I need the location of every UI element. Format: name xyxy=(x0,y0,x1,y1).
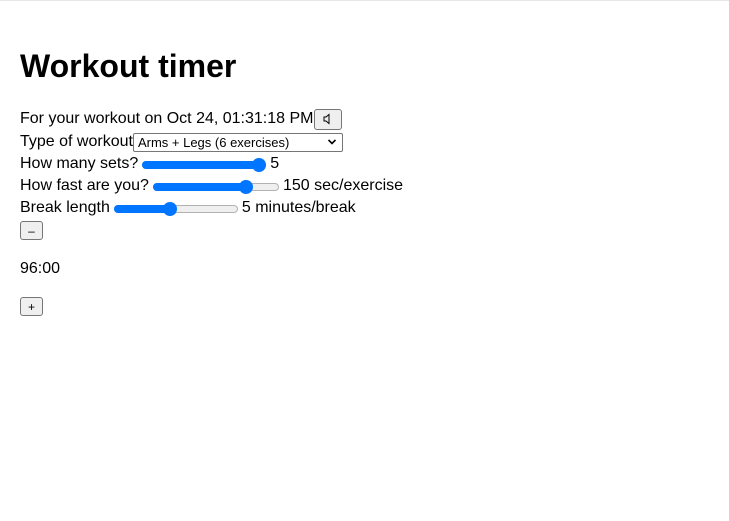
speed-slider-fill xyxy=(152,183,247,191)
workout-type-select[interactable]: Arms + Legs (6 exercises) xyxy=(132,132,343,152)
sound-toggle-button[interactable] xyxy=(314,108,343,130)
workout-date-row: For your workout on Oct 24, 01:31:18 PM xyxy=(20,108,343,130)
top-divider xyxy=(0,0,729,1)
workout-type-label: Type of workout xyxy=(20,133,133,150)
speaker-icon xyxy=(322,113,334,125)
speed-label: How fast are you? xyxy=(20,177,149,194)
break-slider-fill xyxy=(113,205,171,213)
decrease-button[interactable]: – xyxy=(20,221,43,240)
speed-row: How fast are you? 150 sec/exercise xyxy=(20,175,403,197)
sets-slider[interactable] xyxy=(142,157,267,172)
break-slider-thumb[interactable] xyxy=(163,202,178,216)
workout-type-selected: Arms + Legs (6 exercises) xyxy=(137,134,290,150)
speed-slider[interactable] xyxy=(152,179,279,194)
sets-slider-thumb[interactable] xyxy=(252,158,267,172)
sets-label: How many sets? xyxy=(20,155,139,172)
speed-slider-thumb[interactable] xyxy=(239,180,254,194)
break-slider[interactable] xyxy=(113,201,238,216)
speed-value: 150 sec/exercise xyxy=(282,177,404,194)
workout-type-row: Type of workout Arms + Legs (6 exercises… xyxy=(20,131,343,153)
break-value: 5 minutes/break xyxy=(241,199,356,216)
page-title: Workout timer xyxy=(20,48,237,84)
increase-button[interactable]: + xyxy=(20,297,43,316)
sets-slider-fill xyxy=(142,161,260,169)
chevron-down-icon xyxy=(327,138,336,146)
workout-date-label: For your workout on Oct 24, 01:31:18 PM xyxy=(20,110,314,127)
sets-value: 5 xyxy=(270,155,280,172)
break-label: Break length xyxy=(20,199,110,216)
break-row: Break length 5 minutes/break xyxy=(20,197,356,219)
sets-row: How many sets? 5 xyxy=(20,153,279,175)
timer-display: 96:00 xyxy=(20,260,61,277)
